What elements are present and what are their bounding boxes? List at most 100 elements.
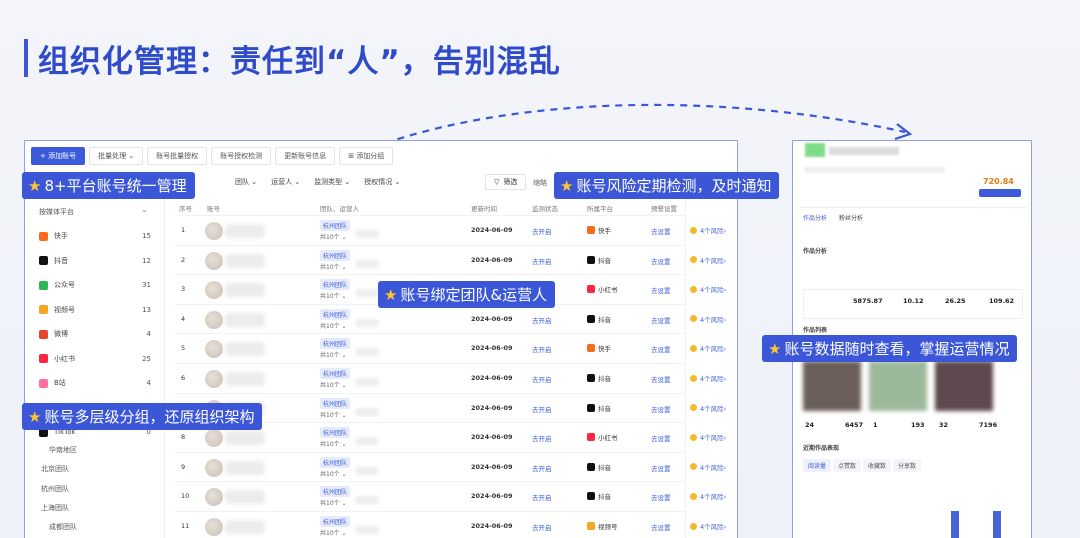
risk-link[interactable]: 4个风险› — [690, 225, 726, 235]
risk-link[interactable]: 4个风险› — [690, 314, 726, 324]
operator-count[interactable]: 共10个 ⌄ — [320, 291, 347, 300]
group-tree-item[interactable]: 杭州团队 — [41, 484, 69, 494]
operator-count[interactable]: 共10个 ⌄ — [320, 232, 347, 241]
team-tag[interactable]: 杭州团队 — [320, 279, 351, 291]
alert-setting-link[interactable]: 去设置 — [651, 463, 671, 473]
team-tag[interactable]: 杭州团队 — [320, 338, 351, 350]
tab-reads[interactable]: 阅读量 — [803, 459, 832, 472]
chevron-down-icon[interactable]: ⌄ — [141, 205, 148, 214]
team-tag[interactable]: 杭州团队 — [320, 249, 351, 261]
operator-count[interactable]: 共10个 ⌄ — [320, 439, 347, 448]
risk-link[interactable]: 4个风险› — [690, 255, 726, 265]
operator-count[interactable]: 共10个 ⌄ — [320, 262, 347, 271]
table-row[interactable]: 10 杭州团队 共10个 ⌄ 2024-06-09 去开启 抖音 去设置 — [175, 481, 713, 511]
operator-count[interactable]: 共10个 ⌄ — [320, 469, 347, 478]
alert-setting-link[interactable]: 去设置 — [651, 374, 671, 384]
table-row[interactable]: 5 杭州团队 共10个 ⌄ 2024-06-09 去开启 快手 去设置 — [175, 333, 713, 363]
tab-likes[interactable]: 点赞数 — [833, 459, 862, 472]
operator-count[interactable]: 共10个 ⌄ — [320, 380, 347, 389]
sidebar-item-platform[interactable]: 抖音 12 — [39, 254, 151, 268]
batch-auth-button[interactable]: 账号批量授权 — [147, 147, 208, 165]
tab-favorites[interactable]: 收藏数 — [863, 459, 892, 472]
tab-shares[interactable]: 分享数 — [893, 459, 922, 472]
enable-monitor-link[interactable]: 去开启 — [532, 404, 552, 414]
group-tree-item[interactable]: 北京团队 — [41, 464, 69, 474]
risk-link[interactable]: 4个风险› — [690, 521, 726, 531]
alert-setting-link[interactable]: 去设置 — [651, 256, 671, 266]
operator-count[interactable]: 共10个 ⌄ — [320, 528, 347, 537]
risk-link[interactable]: 4个风险› — [690, 284, 726, 294]
operator-blur — [355, 378, 379, 386]
operator-count[interactable]: 共10个 ⌄ — [320, 350, 347, 359]
team-tag[interactable]: 杭州团队 — [320, 486, 351, 498]
alert-setting-link[interactable]: 去设置 — [651, 226, 671, 236]
metric-2b: 193 — [911, 421, 925, 429]
operator-count[interactable]: 共10个 ⌄ — [320, 410, 347, 419]
auth-status-filter[interactable]: 授权情况 ⌄ — [364, 177, 400, 187]
add-group-button[interactable]: ⊞ 添加分组 — [339, 147, 394, 165]
add-account-button[interactable]: + 添加账号 — [31, 147, 86, 165]
work-thumbnail-2[interactable] — [869, 361, 927, 411]
enable-monitor-link[interactable]: 去开启 — [532, 256, 552, 266]
table-row[interactable]: 9 杭州团队 共10个 ⌄ 2024-06-09 去开启 抖音 去设置 — [175, 451, 713, 482]
enable-monitor-link[interactable]: 去开启 — [532, 226, 552, 236]
sidebar-item-platform[interactable]: 快手 15 — [39, 229, 151, 243]
risk-link[interactable]: 4个风险› — [690, 491, 726, 501]
alert-setting-link[interactable]: 去设置 — [651, 404, 671, 414]
collapse-toggle[interactable]: 缩略 — [533, 178, 547, 188]
team-tag[interactable]: 杭州团队 — [320, 220, 351, 231]
update-info-button[interactable]: 更新账号信息 — [275, 147, 336, 165]
table-row[interactable]: 4 杭州团队 共10个 ⌄ 2024-06-09 去开启 抖音 去设置 — [175, 303, 713, 334]
action-button[interactable] — [979, 189, 1021, 197]
risk-link[interactable]: 4个风险› — [690, 403, 726, 413]
batch-process-button[interactable]: 批量处理 ⌄ — [89, 147, 144, 165]
team-tag[interactable]: 杭州团队 — [320, 397, 351, 409]
sidebar-item-platform[interactable]: B站 4 — [39, 376, 151, 390]
platform-name: 小红书 — [598, 434, 618, 443]
enable-monitor-link[interactable]: 去开启 — [532, 374, 552, 384]
alert-setting-link[interactable]: 去设置 — [651, 492, 671, 502]
operator-count[interactable]: 共10个 ⌄ — [320, 321, 347, 330]
team-tag[interactable]: 杭州团队 — [320, 308, 351, 320]
enable-monitor-link[interactable]: 去开启 — [532, 492, 552, 502]
enable-monitor-link[interactable]: 去开启 — [532, 433, 552, 443]
alert-setting-link[interactable]: 去设置 — [651, 522, 671, 532]
group-tree-item[interactable]: 上海团队 — [41, 503, 69, 513]
monitor-type-filter[interactable]: 监测类型 ⌄ — [314, 177, 350, 187]
team-tag[interactable]: 杭州团队 — [320, 516, 351, 527]
team-tag[interactable]: 杭州团队 — [320, 456, 351, 468]
risk-link[interactable]: 4个风险› — [690, 343, 726, 353]
sidebar-item-platform[interactable]: 微博 4 — [39, 327, 151, 341]
team-tag[interactable]: 杭州团队 — [320, 368, 351, 379]
operator-count[interactable]: 共10个 ⌄ — [320, 498, 347, 507]
filter-button[interactable]: ▽ 筛选 — [485, 174, 527, 190]
work-thumbnail-1[interactable] — [803, 361, 861, 411]
sidebar-item-platform[interactable]: 视频号 13 — [39, 303, 151, 317]
alert-setting-link[interactable]: 去设置 — [651, 433, 671, 443]
team-filter[interactable]: 团队 ⌄ — [235, 177, 257, 187]
group-tree-item[interactable]: 成都团队 — [49, 522, 77, 532]
risk-link[interactable]: 4个风险› — [690, 373, 726, 383]
alert-setting-link[interactable]: 去设置 — [651, 315, 671, 325]
table-row[interactable]: 6 杭州团队 共10个 ⌄ 2024-06-09 去开启 抖音 去设置 — [175, 363, 713, 393]
group-tree-item[interactable]: 华南地区 — [49, 445, 77, 455]
enable-monitor-link[interactable]: 去开启 — [532, 522, 552, 532]
enable-monitor-link[interactable]: 去开启 — [532, 463, 552, 473]
enable-monitor-link[interactable]: 去开启 — [532, 315, 552, 325]
sidebar-item-platform[interactable]: 公众号 31 — [39, 278, 151, 292]
tab-works-analysis[interactable]: 作品分析 — [803, 213, 827, 222]
alert-setting-link[interactable]: 去设置 — [651, 285, 671, 295]
table-row[interactable]: 1 杭州团队 共10个 ⌄ 2024-06-09 去开启 快手 去设置 — [175, 215, 713, 245]
enable-monitor-link[interactable]: 去开启 — [532, 344, 552, 354]
sidebar-item-platform[interactable]: 小红书 25 — [39, 352, 151, 366]
team-tag[interactable]: 杭州团队 — [320, 427, 351, 439]
risk-link[interactable]: 4个风险› — [690, 432, 726, 442]
auth-check-button[interactable]: 账号授权检测 — [211, 147, 272, 165]
risk-link[interactable]: 4个风险› — [690, 462, 726, 472]
table-row[interactable]: 11 杭州团队 共10个 ⌄ 2024-06-09 去开启 视频号 去设置 — [175, 511, 713, 538]
table-row[interactable]: 2 杭州团队 共10个 ⌄ 2024-06-09 去开启 抖音 去设置 — [175, 244, 713, 275]
work-thumbnail-3[interactable] — [935, 361, 993, 411]
alert-setting-link[interactable]: 去设置 — [651, 344, 671, 354]
tab-fans-analysis[interactable]: 粉丝分析 — [839, 213, 863, 222]
operator-filter[interactable]: 运营人 ⌄ — [271, 177, 300, 187]
